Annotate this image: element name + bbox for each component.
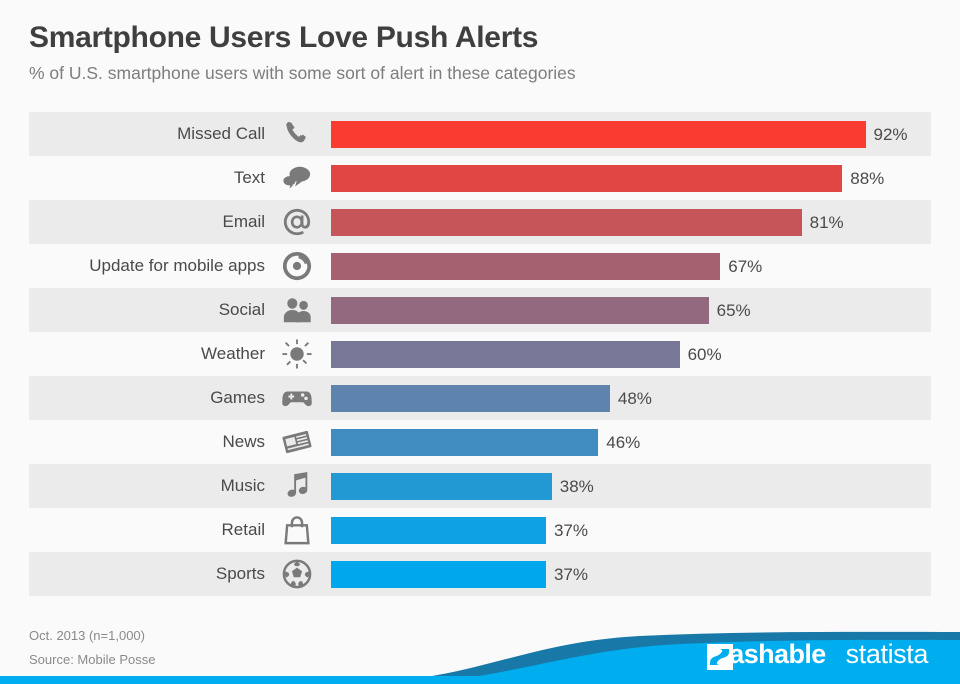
bar xyxy=(331,560,546,588)
bar xyxy=(331,120,866,148)
bar-value-label: 37% xyxy=(553,520,588,540)
bar xyxy=(331,164,843,192)
sun-icon xyxy=(275,332,319,376)
bar-value-label: 37% xyxy=(553,564,588,584)
gamepad-icon xyxy=(275,376,319,420)
bar-track: 88% xyxy=(331,156,931,200)
bar-category-label: Weather xyxy=(201,344,265,363)
soccer-ball-icon xyxy=(275,552,319,596)
shopping-bag-icon xyxy=(275,508,319,552)
bar xyxy=(331,428,599,456)
statista-mark-icon xyxy=(707,644,734,670)
bar-category-label: Music xyxy=(220,476,265,495)
bar-row: Weather 60% xyxy=(29,332,931,376)
phone-icon xyxy=(275,112,319,156)
bar-track: 48% xyxy=(331,376,931,420)
statista-wordmark: statista xyxy=(845,639,929,669)
people-icon xyxy=(275,288,319,332)
bar xyxy=(331,472,552,500)
bar-chart-rows: Missed Call 92% Text 88% Email 81% Update for … xyxy=(29,112,931,596)
bar-row: Email 81% xyxy=(29,200,931,244)
bar-row: Music 38% xyxy=(29,464,931,508)
refresh-icon xyxy=(275,244,319,288)
bar-track: 60% xyxy=(331,332,931,376)
bar-track: 92% xyxy=(331,112,931,156)
bar-row: Missed Call 92% xyxy=(29,112,931,156)
bar-category-label: Sports xyxy=(215,564,265,583)
bar-track: 37% xyxy=(331,552,931,596)
bar-track: 37% xyxy=(331,508,931,552)
bar-track: 67% xyxy=(331,244,931,288)
bar xyxy=(331,252,721,280)
chart-header: Smartphone Users Love Push Alerts % of U… xyxy=(29,20,931,84)
bar-value-label: 60% xyxy=(687,344,722,364)
bar-category-label: Missed Call xyxy=(177,124,265,143)
brand-logos: Mashable statista xyxy=(707,638,928,670)
speech-bubble-icon xyxy=(275,156,319,200)
at-sign-icon xyxy=(275,200,319,244)
bar-row: Sports 37% xyxy=(29,552,931,596)
bar-value-label: 67% xyxy=(728,256,763,276)
bar-category-label: News xyxy=(222,432,265,451)
statista-logo: statista xyxy=(707,638,929,670)
bar xyxy=(331,208,802,236)
bar xyxy=(331,340,680,368)
bar-category-label: Social xyxy=(218,300,265,319)
bar-category-label: Email xyxy=(222,212,265,231)
bar xyxy=(331,516,546,544)
bar-track: 38% xyxy=(331,464,931,508)
bar-value-label: 38% xyxy=(559,476,594,496)
bar-row: Games 48% xyxy=(29,376,931,420)
bar-row: Retail 37% xyxy=(29,508,931,552)
bar-track: 46% xyxy=(331,420,931,464)
chart-subtitle: % of U.S. smartphone users with some sor… xyxy=(29,63,576,83)
bar-category-label: Games xyxy=(210,388,265,407)
bar-value-label: 92% xyxy=(873,124,908,144)
bar xyxy=(331,296,709,324)
bar-track: 65% xyxy=(331,288,931,332)
bar xyxy=(331,384,610,412)
bar-row: Text 88% xyxy=(29,156,931,200)
bar-row: News 46% xyxy=(29,420,931,464)
bar-value-label: 65% xyxy=(716,300,751,320)
bar-category-label: Update for mobile apps xyxy=(89,256,265,275)
bar-category-label: Text xyxy=(233,168,265,187)
music-note-icon xyxy=(275,464,319,508)
bar-row: Social 65% xyxy=(29,288,931,332)
bar-row: Update for mobile apps 67% xyxy=(29,244,931,288)
page-title: Smartphone Users Love Push Alerts xyxy=(29,21,539,54)
bar-track: 81% xyxy=(331,200,931,244)
brand-banner: Mashable statista xyxy=(0,612,960,684)
bar-value-label: 46% xyxy=(606,432,641,452)
bar-value-label: 88% xyxy=(850,168,885,188)
bar-value-label: 81% xyxy=(809,212,844,232)
bar-value-label: 48% xyxy=(617,388,652,408)
newspaper-icon xyxy=(275,420,319,464)
bar-category-label: Retail xyxy=(221,520,265,539)
